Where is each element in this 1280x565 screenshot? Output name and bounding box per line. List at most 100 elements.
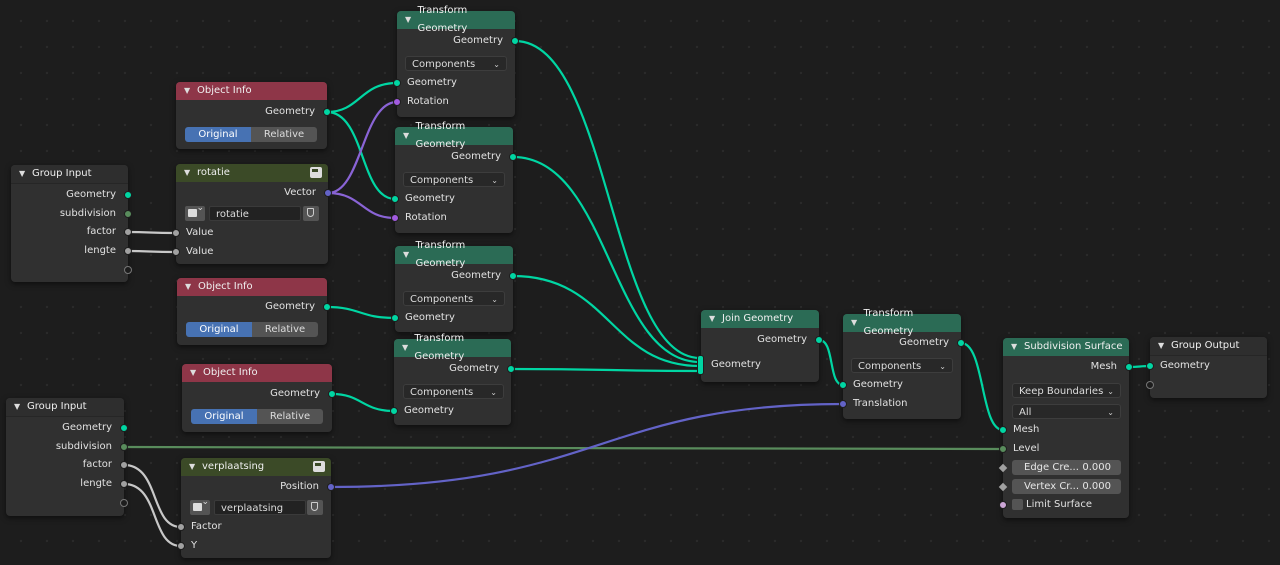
integer-socket[interactable]: [999, 445, 1007, 453]
original-option[interactable]: Original: [186, 322, 252, 337]
transform-geometry-node[interactable]: ▼ Transform Geometry Geometry Components ⌄…: [391, 121, 517, 233]
limit-surface-checkbox[interactable]: [1012, 499, 1023, 510]
geometry-socket[interactable]: [1125, 363, 1133, 371]
shield-icon[interactable]: [303, 206, 319, 221]
float-socket[interactable]: [177, 542, 185, 550]
mode-dropdown[interactable]: Components ⌄: [405, 56, 507, 71]
node-header[interactable]: ▼ Group Output: [1150, 337, 1267, 356]
mode-dropdown[interactable]: Components ⌄: [851, 358, 953, 373]
original-option[interactable]: Original: [191, 409, 257, 424]
node-header[interactable]: ▼ Transform Geometry: [394, 333, 511, 362]
boolean-socket[interactable]: [999, 501, 1007, 509]
verplaatsing-attribute-node[interactable]: ▼verplaatsing Position verplaatsing Fact…: [177, 458, 335, 558]
join-geometry-node[interactable]: ▼ Join Geometry Geometry Geometry: [697, 310, 823, 382]
collapse-chevron-icon[interactable]: ▼: [1158, 337, 1168, 355]
geometry-socket[interactable]: [391, 314, 399, 322]
relative-option[interactable]: Relative: [252, 322, 318, 337]
group-output-node[interactable]: ▼ Group Output Geometry: [1146, 337, 1267, 398]
uv-smooth-dropdown[interactable]: All ⌄: [1012, 404, 1121, 419]
integer-socket[interactable]: [120, 443, 128, 451]
subdivision-surface-node[interactable]: ▼ Subdivision Surface Mesh Keep Boundarie…: [998, 338, 1133, 518]
geometry-socket[interactable]: [120, 424, 128, 432]
node-header[interactable]: ▼ Join Geometry: [701, 310, 819, 328]
geometry-socket[interactable]: [393, 79, 401, 87]
geometry-socket[interactable]: [815, 336, 823, 344]
geometry-socket[interactable]: [957, 339, 965, 347]
node-header[interactable]: ▼ Group Input: [6, 398, 124, 417]
integer-socket[interactable]: [124, 210, 132, 218]
group-input-node[interactable]: ▼ Group Input Geometry subdivision factor…: [11, 165, 132, 282]
geometry-socket[interactable]: [391, 195, 399, 203]
collapse-chevron-icon[interactable]: ▼: [405, 11, 414, 29]
geometry-socket[interactable]: [839, 381, 847, 389]
shield-icon[interactable]: [307, 500, 323, 515]
node-header[interactable]: ▼ Group Input: [11, 165, 128, 184]
collapse-chevron-icon[interactable]: ▼: [403, 246, 412, 264]
collapse-chevron-icon[interactable]: ▼: [402, 339, 411, 357]
collapse-chevron-icon[interactable]: ▼: [709, 310, 719, 328]
mode-dropdown[interactable]: Components ⌄: [403, 384, 504, 399]
geometry-socket[interactable]: [1146, 362, 1154, 370]
node-header[interactable]: ▼ Transform Geometry: [395, 121, 513, 150]
vector-socket[interactable]: [327, 483, 335, 491]
attribute-type-button[interactable]: [185, 203, 205, 221]
geometry-socket[interactable]: [390, 407, 398, 415]
geometry-socket[interactable]: [509, 272, 517, 280]
vector-socket[interactable]: [839, 400, 847, 408]
collapse-chevron-icon[interactable]: ▼: [1011, 338, 1021, 356]
collapse-chevron-icon[interactable]: ▼: [19, 165, 29, 183]
attribute-name-field[interactable]: rotatie: [209, 206, 301, 221]
node-header[interactable]: ▼ rotatie: [176, 164, 328, 182]
geometry-socket[interactable]: [124, 191, 132, 199]
node-header[interactable]: ▼ Subdivision Surface: [1003, 338, 1129, 356]
mode-dropdown[interactable]: Components ⌄: [403, 172, 505, 187]
rotation-socket[interactable]: [393, 98, 401, 106]
node-header[interactable]: ▼ verplaatsing: [181, 458, 331, 476]
transform-geometry-node[interactable]: ▼ Transform Geometry Geometry Components ⌄…: [393, 5, 519, 117]
relative-option[interactable]: Relative: [251, 127, 317, 142]
geometry-socket[interactable]: [323, 108, 331, 116]
collapse-chevron-icon[interactable]: ▼: [185, 278, 195, 296]
geometry-socket[interactable]: [999, 426, 1007, 434]
original-option[interactable]: Original: [185, 127, 251, 142]
transform-geometry-node[interactable]: ▼ Transform Geometry Geometry Components ⌄…: [839, 308, 965, 419]
vertex-crease-field[interactable]: Vertex Cr... 0.000: [1012, 479, 1121, 494]
geometry-socket[interactable]: [511, 37, 519, 45]
node-header[interactable]: ▼ Transform Geometry: [397, 5, 515, 34]
group-input-node[interactable]: ▼ Group Input Geometry subdivision factor…: [6, 398, 128, 516]
node-header[interactable]: ▼ Transform Geometry: [395, 240, 513, 269]
node-header[interactable]: ▼ Object Info: [177, 278, 327, 296]
vector-socket[interactable]: [324, 189, 332, 197]
rotatie-attribute-node[interactable]: ▼rotatie Vector rotatie Value Value: [172, 164, 332, 264]
empty-socket[interactable]: [124, 266, 132, 274]
float-socket[interactable]: [124, 228, 132, 236]
float-socket[interactable]: [172, 248, 180, 256]
float-socket[interactable]: [120, 480, 128, 488]
collapse-chevron-icon[interactable]: ▼: [190, 364, 200, 382]
collapse-chevron-icon[interactable]: ▼: [189, 458, 199, 476]
attribute-name-field[interactable]: verplaatsing: [214, 500, 306, 515]
collapse-chevron-icon[interactable]: ▼: [184, 82, 194, 100]
boundary-smooth-dropdown[interactable]: Keep Boundaries ⌄: [1012, 383, 1121, 398]
collapse-chevron-icon[interactable]: ▼: [14, 398, 24, 416]
node-header[interactable]: ▼ Object Info: [176, 82, 327, 100]
node-header[interactable]: ▼ Object Info: [182, 364, 332, 382]
relative-option[interactable]: Relative: [257, 409, 323, 424]
node-header[interactable]: ▼ Transform Geometry: [843, 308, 961, 337]
attribute-type-button[interactable]: [190, 497, 210, 515]
float-socket[interactable]: [120, 461, 128, 469]
collapse-chevron-icon[interactable]: ▼: [184, 164, 194, 182]
transform-geometry-node[interactable]: ▼ Transform Geometry Geometry Components ⌄…: [391, 240, 517, 332]
transform-geometry-node[interactable]: ▼ Transform Geometry Geometry Components ⌄…: [390, 333, 515, 425]
geometry-socket[interactable]: [328, 390, 336, 398]
float-socket[interactable]: [177, 523, 185, 531]
rotation-socket[interactable]: [391, 214, 399, 222]
geometry-socket[interactable]: [509, 153, 517, 161]
object-info-node[interactable]: ▼ Object Info Geometry Original Relative: [176, 82, 331, 149]
empty-socket[interactable]: [1146, 381, 1154, 389]
object-info-node[interactable]: ▼ Object Info Geometry Original Relative: [177, 278, 331, 345]
edge-crease-field[interactable]: Edge Cre... 0.000: [1012, 460, 1121, 475]
collapse-chevron-icon[interactable]: ▼: [403, 127, 412, 145]
object-info-node[interactable]: ▼ Object Info Geometry Original Relative: [182, 364, 336, 432]
empty-socket[interactable]: [120, 499, 128, 507]
